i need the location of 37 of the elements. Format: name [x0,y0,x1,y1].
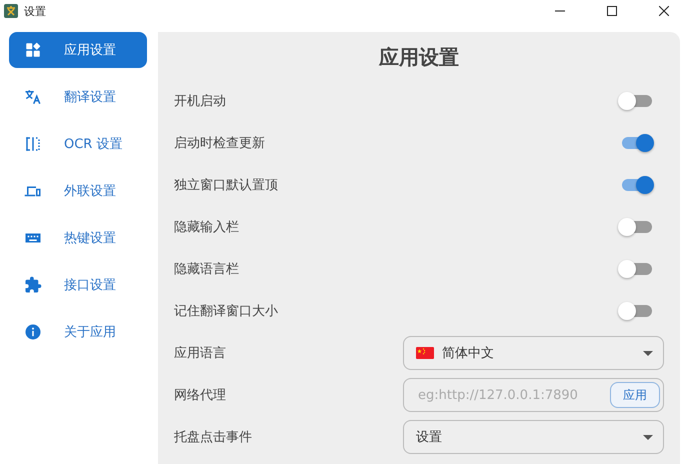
window-title: 设置 [24,4,47,18]
dropdown[interactable]: 设置 [403,420,664,454]
toggle-switch[interactable] [618,258,654,280]
caret-icon [643,434,653,440]
flag-icon [416,347,434,359]
dropdown[interactable]: 简体中文 [403,336,664,370]
caret-icon [643,350,653,356]
setting-label: 隐藏语言栏 [174,261,239,278]
toggle-switch[interactable] [618,216,654,238]
sidebar-item[interactable]: OCR 设置 [9,126,147,162]
sidebar-item[interactable]: 关于应用 [9,314,147,350]
setting-label: 网络代理 [174,387,226,404]
puzzle-icon [24,276,42,294]
setting-label: 应用语言 [174,345,226,362]
sidebar-item[interactable]: 接口设置 [9,267,147,303]
proxy-field[interactable]: eg:http://127.0.0.1:7890 应用 [403,378,664,412]
setting-label: 托盘点击事件 [174,429,252,446]
setting-label: 隐藏输入栏 [174,219,239,236]
apply-button[interactable]: 应用 [610,382,660,408]
maximize-icon [607,6,617,16]
grid-icon [24,41,42,59]
sidebar-item[interactable]: 热键设置 [9,220,147,256]
sidebar-item[interactable]: 外联设置 [9,173,147,209]
panel-title: 应用设置 [378,44,460,71]
setting-label: 开机启动 [174,93,226,110]
app-icon [4,4,18,18]
sidebar-item[interactable]: 翻译设置 [9,79,147,115]
close-icon [659,6,669,16]
info-icon [24,323,42,341]
translate-icon [24,88,42,106]
setting-label: 启动时检查更新 [174,135,265,152]
setting-label: 独立窗口默认置顶 [174,177,278,194]
toggle-switch[interactable] [618,300,654,322]
setting-label: 记住翻译窗口大小 [174,303,278,320]
sidebar-item[interactable]: 应用设置 [9,32,147,68]
scan-icon [24,135,42,153]
toggle-switch[interactable] [618,90,654,112]
